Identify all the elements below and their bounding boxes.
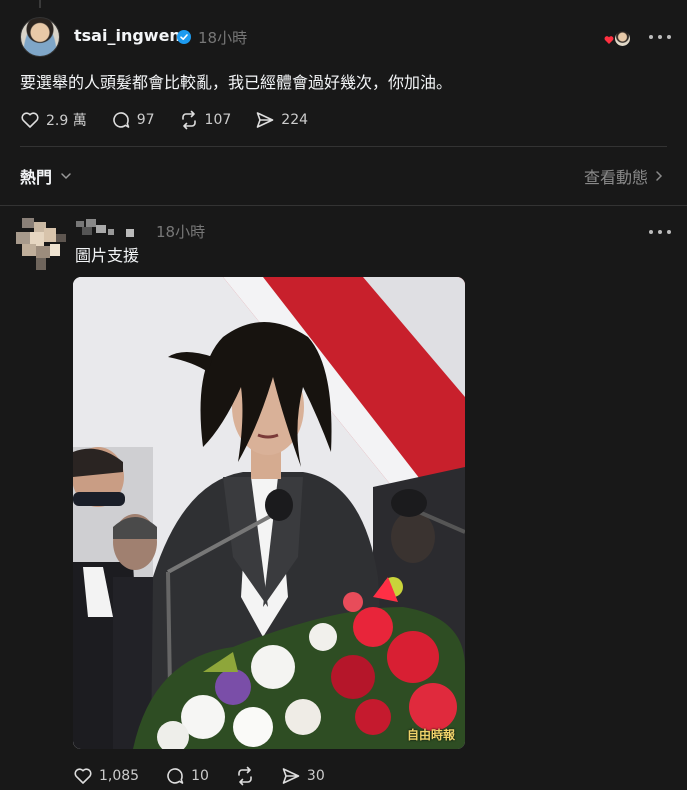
more-icon[interactable]: [649, 34, 671, 40]
like-button[interactable]: 2.9 萬: [20, 110, 87, 130]
divider: [0, 205, 687, 206]
verified-icon: [177, 30, 191, 44]
post-actions: 2.9 萬 97 107 224: [20, 110, 308, 130]
more-icon[interactable]: [649, 229, 671, 235]
like-count: 2.9 萬: [46, 113, 87, 129]
sort-label: 熱門: [20, 168, 53, 187]
share-icon: [256, 112, 274, 128]
reply-image[interactable]: 自由時報: [73, 277, 465, 749]
thread-line: [39, 0, 41, 8]
reply-text: 圖片支援: [75, 246, 140, 265]
repost-button[interactable]: 107: [179, 110, 232, 130]
comment-button[interactable]: 10: [165, 766, 209, 786]
repost-icon: [238, 766, 252, 786]
chevron-down-icon: [61, 173, 71, 180]
share-button[interactable]: 224: [255, 110, 308, 130]
comment-button[interactable]: 97: [111, 110, 155, 130]
image-watermark: 自由時報: [406, 728, 455, 742]
like-count: 1,085: [99, 768, 140, 784]
post-text: 要選舉的人頭髮都會比較亂，我已經體會過好幾次，你加油。: [20, 73, 453, 92]
comment-icon: [167, 768, 184, 784]
chevron-right-icon: [656, 171, 663, 181]
share-icon: [282, 768, 300, 784]
heart-badge-icon: [604, 36, 614, 44]
reply-username-redacted[interactable]: [76, 219, 146, 239]
sort-dropdown[interactable]: 熱門: [20, 164, 72, 188]
heart-icon: [74, 768, 92, 784]
repost-button[interactable]: [235, 766, 255, 786]
avatar[interactable]: [20, 17, 60, 57]
comment-count: 10: [191, 768, 209, 784]
reply-time: 18小時: [156, 223, 206, 241]
heart-icon: [21, 112, 39, 128]
post-time: 18小時: [198, 29, 248, 47]
view-activity-link[interactable]: 查看動態: [584, 164, 664, 188]
activity-label: 查看動態: [584, 168, 649, 187]
like-button[interactable]: 1,085: [73, 766, 139, 786]
share-button[interactable]: 30: [281, 766, 325, 786]
reply-actions: 1,085 10 30: [73, 766, 325, 786]
reply-avatar[interactable]: [16, 218, 66, 270]
share-count: 224: [281, 112, 309, 128]
comment-icon: [112, 112, 130, 128]
divider: [20, 146, 667, 147]
repost-icon: [181, 110, 196, 130]
comment-count: 97: [136, 112, 155, 128]
share-count: 30: [306, 768, 325, 784]
liker-avatar[interactable]: [614, 30, 631, 47]
repost-count: 107: [204, 112, 232, 128]
username[interactable]: tsai_ingwen: [74, 26, 181, 45]
